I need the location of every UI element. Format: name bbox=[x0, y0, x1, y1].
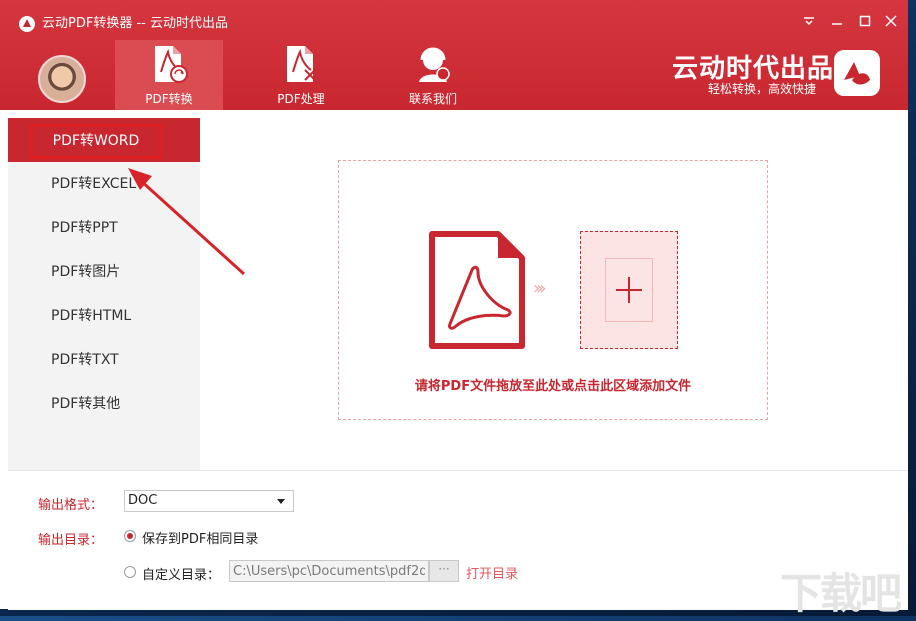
browse-button[interactable]: ··· bbox=[429, 560, 459, 582]
app-window: 云动PDF转换器 -- 云动时代出品 PDF转换 PDF处理 联系我们 云动时代… bbox=[0, 0, 908, 610]
tab-label: PDF处理 bbox=[277, 92, 325, 106]
avatar[interactable] bbox=[38, 55, 86, 103]
sidebar-item-pdf-to-html[interactable]: PDF转HTML bbox=[8, 294, 200, 338]
tab-label: PDF转换 bbox=[145, 92, 193, 106]
brand-logo-icon bbox=[834, 50, 880, 96]
watermark-logo-icon: 下载吧 bbox=[780, 569, 902, 618]
brand-slogan: 轻松转换，高效快捷 bbox=[708, 82, 817, 96]
maximize-icon[interactable] bbox=[854, 12, 876, 30]
custom-dir-input[interactable] bbox=[229, 560, 429, 582]
tab-label: 联系我们 bbox=[408, 92, 457, 106]
open-dir-link[interactable]: 打开目录 bbox=[466, 563, 518, 582]
radio-same-dir[interactable] bbox=[124, 530, 136, 542]
output-format-label: 输出格式： bbox=[38, 498, 104, 513]
sidebar-item-pdf-to-txt[interactable]: PDF转TXT bbox=[8, 338, 200, 382]
output-dir-label: 输出目录： bbox=[38, 533, 104, 548]
plus-icon bbox=[616, 277, 642, 303]
radio-custom-dir-label[interactable]: 自定义目录： bbox=[142, 564, 220, 583]
sidebar-item-label: PDF转图片 bbox=[51, 264, 121, 280]
annotation-arrow-icon bbox=[128, 168, 246, 276]
radio-custom-dir[interactable] bbox=[124, 566, 136, 578]
pdf-process-icon bbox=[287, 46, 316, 82]
dropdown-arrow-icon bbox=[277, 499, 285, 504]
add-file-frame bbox=[605, 258, 653, 322]
sidebar-item-label: PDF转HTML bbox=[51, 308, 132, 324]
pdf-convert-icon bbox=[155, 46, 188, 83]
add-file-button[interactable] bbox=[580, 231, 678, 349]
chevrons-right-icon: ››› bbox=[533, 278, 547, 299]
window-title: 云动PDF转换器 -- 云动时代出品 bbox=[42, 16, 228, 31]
menu-dropdown-icon[interactable] bbox=[798, 12, 820, 30]
close-icon[interactable] bbox=[880, 12, 902, 30]
drop-hint-text: 请将PDF文件拖放至此处或点击此区域添加文件 bbox=[414, 379, 692, 394]
app-logo-icon bbox=[19, 16, 35, 32]
radio-same-dir-label[interactable]: 保存到PDF相同目录 bbox=[142, 528, 258, 547]
sidebar-item-label: PDF转TXT bbox=[51, 352, 119, 368]
minimize-icon[interactable] bbox=[826, 12, 848, 30]
sidebar-item-label: PDF转其他 bbox=[51, 396, 121, 412]
output-format-select[interactable]: DOC bbox=[124, 490, 294, 512]
header-bar: 云动PDF转换器 -- 云动时代出品 PDF转换 PDF处理 联系我们 云动时代… bbox=[0, 0, 908, 110]
tab-pdf-process[interactable]: PDF处理 bbox=[247, 40, 355, 110]
customer-service-icon bbox=[419, 47, 450, 82]
sidebar-item-pdf-to-other[interactable]: PDF转其他 bbox=[8, 382, 200, 426]
tab-contact-us[interactable]: 联系我们 bbox=[379, 40, 487, 110]
pdf-file-icon bbox=[429, 231, 525, 349]
tab-pdf-convert[interactable]: PDF转换 bbox=[115, 40, 223, 110]
output-format-value: DOC bbox=[128, 493, 158, 508]
sidebar-item-label: PDF转PPT bbox=[51, 220, 118, 236]
